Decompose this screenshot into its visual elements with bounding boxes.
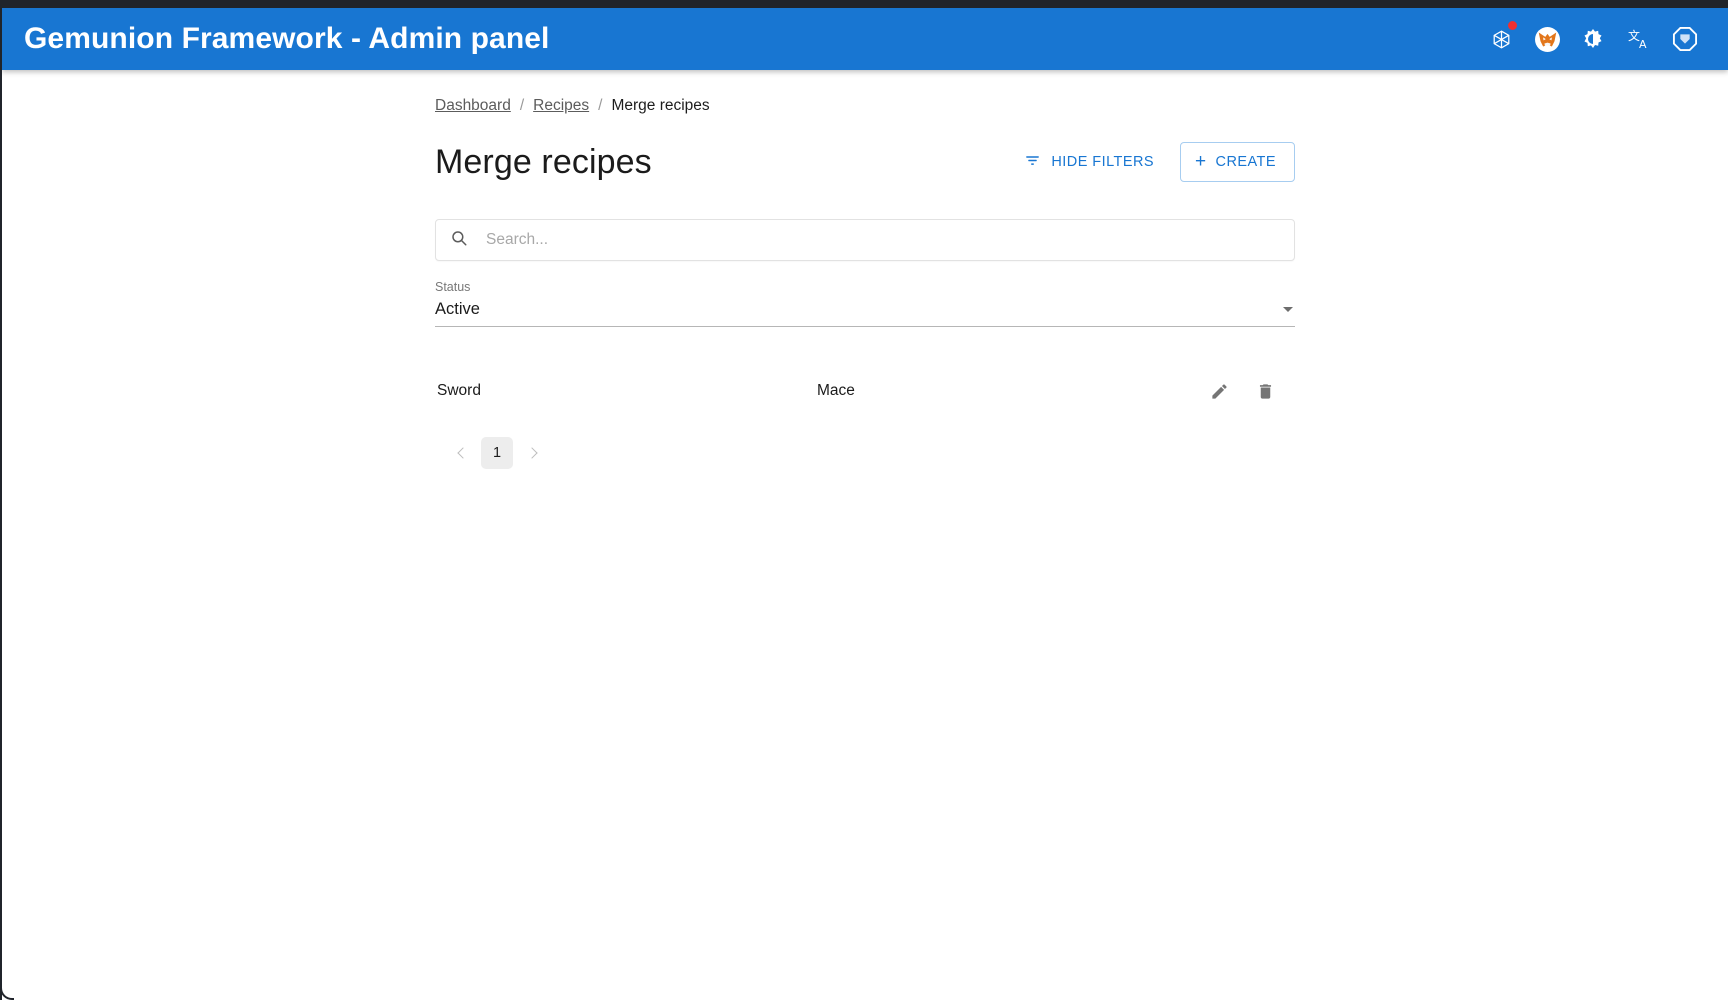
chevron-down-icon[interactable] — [1283, 307, 1293, 313]
chevron-right-icon — [525, 447, 538, 459]
pagination: 1 — [445, 437, 1295, 470]
breadcrumb-separator: / — [519, 97, 525, 114]
theme-toggle-icon[interactable] — [1578, 24, 1608, 54]
page-title: Merge recipes — [435, 142, 652, 181]
browser-chrome-strip — [0, 0, 1728, 8]
row-primary-item: Sword — [437, 382, 481, 400]
breadcrumb-separator: / — [598, 97, 603, 114]
window-left-edge — [0, 0, 2, 1000]
content-container: Dashboard / Recipes / Merge recipes Merg… — [435, 70, 1295, 470]
status-value-row[interactable]: Active — [435, 300, 1295, 319]
browser-extensions-tray: 文 A — [1486, 21, 1700, 54]
title-row: Merge recipes HIDE FILTERS + CREATE — [435, 138, 1295, 186]
table-row[interactable]: Sword Mace — [435, 367, 1295, 415]
svg-text:A: A — [1639, 38, 1647, 51]
notification-badge-dot — [1508, 21, 1517, 30]
search-input[interactable] — [486, 231, 1280, 249]
search-field[interactable] — [435, 219, 1295, 261]
hide-filters-button[interactable]: HIDE FILTERS — [1020, 145, 1158, 180]
breadcrumb-item-dashboard[interactable]: Dashboard — [435, 97, 511, 115]
wallet-network-icon[interactable] — [1486, 21, 1517, 54]
status-select[interactable]: Status Active — [435, 279, 1295, 328]
status-selected-value: Active — [435, 300, 480, 319]
pagination-page-1[interactable]: 1 — [481, 437, 513, 470]
create-label: CREATE — [1215, 154, 1276, 170]
row-actions — [1207, 379, 1293, 403]
delete-button[interactable] — [1253, 379, 1277, 403]
edit-button[interactable] — [1207, 379, 1231, 403]
filter-icon — [1024, 152, 1041, 173]
breadcrumb-item-current: Merge recipes — [611, 97, 710, 114]
page-content: Dashboard / Recipes / Merge recipes Merg… — [2, 70, 1728, 1000]
breadcrumb-item-recipes[interactable]: Recipes — [533, 97, 589, 115]
hide-filters-label: HIDE FILTERS — [1051, 154, 1154, 170]
pagination-prev-button[interactable] — [445, 437, 477, 469]
search-icon — [450, 229, 468, 252]
adblock-icon[interactable] — [1670, 24, 1700, 54]
browser-viewport: Gemunion Framework - Admin panel 文 A Das… — [0, 0, 1728, 1000]
app-title: Gemunion Framework - Admin panel — [24, 22, 550, 55]
app-bar: Gemunion Framework - Admin panel 文 A — [2, 8, 1728, 70]
pagination-next-button[interactable] — [517, 437, 549, 469]
breadcrumb: Dashboard / Recipes / Merge recipes — [435, 94, 1295, 118]
metamask-fox-icon[interactable] — [1532, 24, 1562, 54]
chevron-left-icon — [456, 447, 469, 459]
title-actions: HIDE FILTERS + CREATE — [1020, 142, 1295, 182]
row-secondary-item: Mace — [817, 382, 855, 400]
plus-icon: + — [1195, 151, 1207, 172]
status-label: Status — [435, 280, 471, 294]
create-button[interactable]: + CREATE — [1180, 142, 1295, 182]
translate-icon[interactable]: 文 A — [1624, 24, 1654, 54]
recipes-list: Sword Mace — [435, 367, 1295, 415]
